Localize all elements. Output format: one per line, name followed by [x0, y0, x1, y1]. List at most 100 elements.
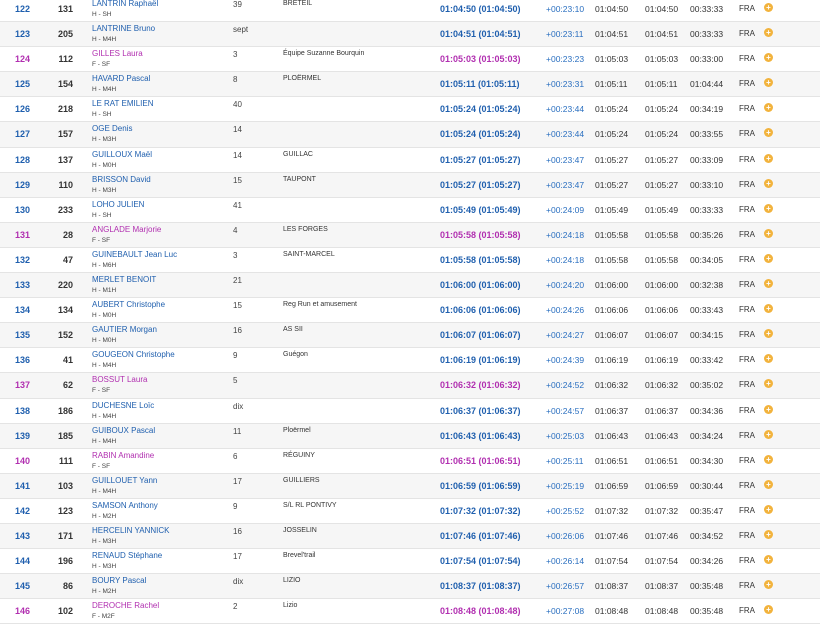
runner-name-link[interactable]: DUCHESNE Loïc — [92, 401, 154, 411]
plus-circle-icon[interactable]: + — [764, 479, 773, 489]
participations: 2 — [233, 602, 238, 612]
runner-name-link[interactable]: BOSSUT Laura — [92, 375, 147, 385]
rank: 140 — [14, 455, 30, 466]
nationality: FRA — [739, 104, 755, 114]
plus-circle-icon[interactable]: + — [764, 555, 773, 565]
participations: 14 — [233, 150, 242, 160]
time-gap: +00:23:44 — [546, 104, 585, 115]
participations: 17 — [233, 476, 242, 486]
runner-category: H - M4H — [92, 362, 117, 370]
result-row: 137 62 BOSSUT Laura F - SF 5 01:06:32 (0… — [0, 373, 820, 399]
nationality: FRA — [739, 455, 755, 465]
runner-name-link[interactable]: OGE Denis — [92, 124, 132, 134]
runner-name-link[interactable]: GUINEBAULT Jean Luc — [92, 250, 177, 260]
club-name: LES FORGES — [283, 225, 328, 233]
split-time: 01:05:24 — [645, 129, 679, 140]
split-time: 00:33:33 — [690, 204, 724, 215]
plus-circle-icon[interactable]: + — [764, 454, 773, 464]
plus-circle-icon[interactable]: + — [764, 28, 773, 38]
runner-name-link[interactable]: HAVARD Pascal — [92, 74, 150, 84]
bib-number: 196 — [57, 556, 73, 567]
bib-number: 154 — [57, 79, 73, 90]
runner-cell: GUILLOUET Yann H - M4H — [92, 476, 157, 497]
runner-name-link[interactable]: GILLES Laura — [92, 49, 143, 59]
bib-number: 123 — [57, 505, 73, 516]
club-name: Guégon — [283, 351, 308, 359]
split-time: 01:07:32 — [595, 505, 629, 516]
runner-cell: DUCHESNE Loïc H - M4H — [92, 401, 154, 422]
plus-circle-icon[interactable]: + — [764, 404, 773, 414]
time-gap: +00:24:39 — [546, 355, 585, 366]
split-time: 01:06:06 — [595, 305, 629, 316]
runner-name-link[interactable]: GUIBOUX Pascal — [92, 426, 155, 436]
result-row: 125 154 HAVARD Pascal H - M4H 8 PLOËRMEL… — [0, 72, 820, 98]
runner-name-link[interactable]: ANGLADE Marjorie — [92, 225, 161, 235]
plus-circle-icon[interactable]: + — [764, 153, 773, 163]
plus-circle-icon[interactable]: + — [764, 103, 773, 113]
runner-name-link[interactable]: GUILLOUET Yann — [92, 476, 157, 486]
rank: 146 — [14, 606, 30, 617]
plus-circle-icon[interactable]: + — [764, 379, 773, 389]
plus-circle-icon[interactable]: + — [764, 429, 773, 439]
runner-name-link[interactable]: MERLET BENOIT — [92, 275, 156, 285]
runner-name-link[interactable]: DEROCHE Rachel — [92, 601, 159, 611]
result-row: 142 123 SAMSON Anthony H - M2H 9 S/L RL … — [0, 498, 820, 524]
rank: 127 — [14, 129, 30, 140]
finish-time: 01:05:58 (01:05:58) — [440, 229, 521, 240]
club-name: GUILLAC — [283, 150, 313, 158]
rank: 133 — [14, 280, 30, 291]
split-time: 01:06:32 — [645, 380, 679, 391]
participations: 17 — [233, 552, 242, 562]
plus-circle-icon[interactable]: + — [764, 329, 773, 339]
split-time: 01:04:50 — [595, 4, 629, 14]
rank: 131 — [14, 229, 30, 240]
runner-cell: GUILLOUX Maël H - M0H — [92, 150, 152, 171]
plus-circle-icon[interactable]: + — [764, 580, 773, 590]
time-gap: +00:24:18 — [546, 254, 585, 265]
bib-number: 131 — [57, 4, 73, 14]
runner-cell: LANTRINE Bruno H - M4H — [92, 24, 155, 45]
split-time: 01:07:32 — [645, 505, 679, 516]
club-name: LIZIO — [283, 577, 301, 585]
plus-circle-icon[interactable]: + — [764, 178, 773, 188]
runner-name-link[interactable]: LE RAT EMILIEN — [92, 99, 154, 109]
runner-name-link[interactable]: BOURY Pascal — [92, 576, 146, 586]
result-row: 146 102 DEROCHE Rachel F - M2F 2 Lizio 0… — [0, 599, 820, 625]
plus-circle-icon[interactable]: + — [764, 203, 773, 213]
plus-circle-icon[interactable]: + — [764, 78, 773, 88]
rank: 143 — [14, 530, 30, 541]
finish-time: 01:05:49 (01:05:49) — [440, 204, 521, 215]
runner-name-link[interactable]: LANTRIN Raphaël — [92, 0, 158, 9]
runner-name-link[interactable]: LANTRINE Bruno — [92, 24, 155, 34]
plus-circle-icon[interactable]: + — [764, 504, 773, 514]
runner-name-link[interactable]: HERCELIN YANNICK — [92, 526, 170, 536]
plus-circle-icon[interactable]: + — [764, 354, 773, 364]
runner-name-link[interactable]: GAUTIER Morgan — [92, 325, 157, 335]
time-gap: +00:25:03 — [546, 430, 585, 441]
runner-name-link[interactable]: GUILLOUX Maël — [92, 150, 152, 160]
bib-number: 112 — [58, 54, 73, 65]
participations: 6 — [233, 451, 238, 461]
rank: 139 — [14, 430, 30, 441]
plus-circle-icon[interactable]: + — [764, 253, 773, 263]
runner-name-link[interactable]: AUBERT Christophe — [92, 300, 165, 310]
runner-name-link[interactable]: RABIN Amandine — [92, 451, 154, 461]
plus-circle-icon[interactable]: + — [764, 605, 773, 615]
plus-circle-icon[interactable]: + — [764, 304, 773, 314]
plus-circle-icon[interactable]: + — [764, 529, 773, 539]
split-time: 01:04:51 — [595, 29, 629, 40]
runner-name-link[interactable]: RENAUD Stéphane — [92, 551, 162, 561]
time-gap: +00:24:09 — [546, 204, 585, 215]
runner-name-link[interactable]: LOHO JULIEN — [92, 200, 144, 210]
split-time: 01:07:46 — [645, 530, 679, 541]
runner-name-link[interactable]: SAMSON Anthony — [92, 501, 158, 511]
plus-circle-icon[interactable]: + — [764, 228, 773, 238]
plus-circle-icon[interactable]: + — [764, 279, 773, 289]
runner-name-link[interactable]: GOUGEON Christophe — [92, 350, 175, 360]
runner-category: H - M3H — [92, 537, 117, 545]
runner-name-link[interactable]: BRISSON David — [92, 175, 151, 185]
participations: 4 — [233, 225, 238, 235]
plus-circle-icon[interactable]: + — [764, 53, 773, 63]
plus-circle-icon[interactable]: + — [764, 3, 773, 12]
plus-circle-icon[interactable]: + — [764, 128, 773, 138]
